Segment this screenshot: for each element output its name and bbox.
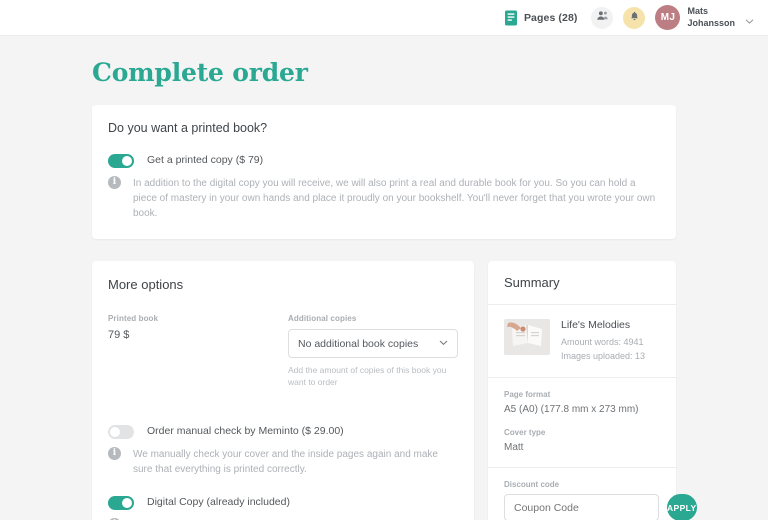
digital-copy-toggle[interactable] xyxy=(108,496,134,510)
summary-title: Summary xyxy=(488,261,676,305)
avatar[interactable]: MJ xyxy=(655,5,681,30)
printed-copy-toggle[interactable] xyxy=(108,154,134,168)
coupon-input[interactable] xyxy=(504,494,659,520)
page-title: Complete order xyxy=(92,58,308,87)
additional-copies-field: Additional copies No additional book cop… xyxy=(288,314,458,388)
page-format-label: Page format xyxy=(504,390,551,399)
printed-book-field-label: Printed book xyxy=(108,314,159,323)
digital-copy-label: Digital Copy (already included) xyxy=(147,496,290,508)
bell-icon xyxy=(629,9,640,27)
summary-card: Summary Life's Melodies Amount words: 49… xyxy=(488,261,697,520)
pages-label: Pages (28) xyxy=(523,11,578,24)
product-words: Amount words: 4941 xyxy=(561,337,644,347)
document-icon xyxy=(504,10,518,26)
user-name-line1: Mats xyxy=(687,6,708,17)
option-manual-check: Order manual check by Meminto ($ 29.00) … xyxy=(108,424,458,477)
additional-copies-select[interactable]: No additional book copies xyxy=(288,329,458,358)
additional-copies-value: No additional book copies xyxy=(298,337,419,350)
manual-check-toggle[interactable] xyxy=(108,425,134,439)
printed-book-card: Do you want a printed book? Get a printe… xyxy=(92,105,676,239)
content-columns: More options Printed book 79 $ Additiona… xyxy=(92,261,697,520)
user-name[interactable]: Mats Johansson xyxy=(687,6,735,29)
summary-column: Summary Life's Melodies Amount words: 49… xyxy=(488,261,697,520)
apply-coupon-button[interactable]: APPLY xyxy=(667,494,697,520)
printed-copy-label: Get a printed copy ($ 79) xyxy=(147,154,264,166)
printed-book-heading: Do you want a printed book? xyxy=(108,121,268,135)
summary-product: Life's Melodies Amount words: 4941 Image… xyxy=(488,305,676,378)
manual-check-info: We manually check your cover and the ins… xyxy=(133,449,438,475)
product-title: Life's Melodies xyxy=(561,319,631,331)
product-images: Images uploaded: 13 xyxy=(561,351,646,361)
page-content: Complete order Do you want a printed boo… xyxy=(0,36,768,520)
more-options-title: More options xyxy=(108,277,184,292)
manual-check-label: Order manual check by Meminto ($ 29.00) xyxy=(147,425,344,437)
top-bar: Pages (28) MJ Mats Johansson xyxy=(0,0,768,36)
cover-type-label: Cover type xyxy=(504,428,546,437)
printed-book-price: 79 $ xyxy=(108,329,130,341)
fields-row: Printed book 79 $ Additional copies No a… xyxy=(108,314,458,388)
additional-copies-label: Additional copies xyxy=(288,314,357,323)
summary-specs: Page format A5 (A0) (177.8 mm x 273 mm) … xyxy=(488,378,676,468)
additional-copies-help: Add the amount of copies of this book yo… xyxy=(288,365,447,387)
info-icon: i xyxy=(108,176,121,189)
people-icon xyxy=(596,9,609,27)
more-options-column: More options Printed book 79 $ Additiona… xyxy=(92,261,474,520)
chevron-down-icon xyxy=(439,338,448,350)
discount-code-label: Discount code xyxy=(504,480,560,489)
people-button[interactable] xyxy=(591,6,614,29)
pages-chip[interactable]: Pages (28) xyxy=(504,10,578,26)
more-options-card: More options Printed book 79 $ Additiona… xyxy=(92,261,474,520)
chevron-down-icon[interactable] xyxy=(745,13,754,24)
cover-type-value: Matt xyxy=(504,442,524,453)
notifications-button[interactable] xyxy=(623,6,646,29)
printed-copy-info-text: In addition to the digital copy you will… xyxy=(133,178,656,219)
book-thumbnail xyxy=(504,319,550,355)
page-format-value: A5 (A0) (177.8 mm x 273 mm) xyxy=(504,404,639,415)
printed-book-field: Printed book 79 $ xyxy=(108,314,288,388)
option-digital-copy: Digital Copy (already included) i We'll … xyxy=(108,495,458,520)
user-name-line2: Johansson xyxy=(687,17,735,28)
printed-copy-option: Get a printed copy ($ 79) xyxy=(108,153,660,168)
summary-discount: Discount code APPLY xyxy=(488,468,697,520)
info-icon: i xyxy=(108,447,121,460)
printed-copy-info: i In addition to the digital copy you wi… xyxy=(108,176,660,221)
